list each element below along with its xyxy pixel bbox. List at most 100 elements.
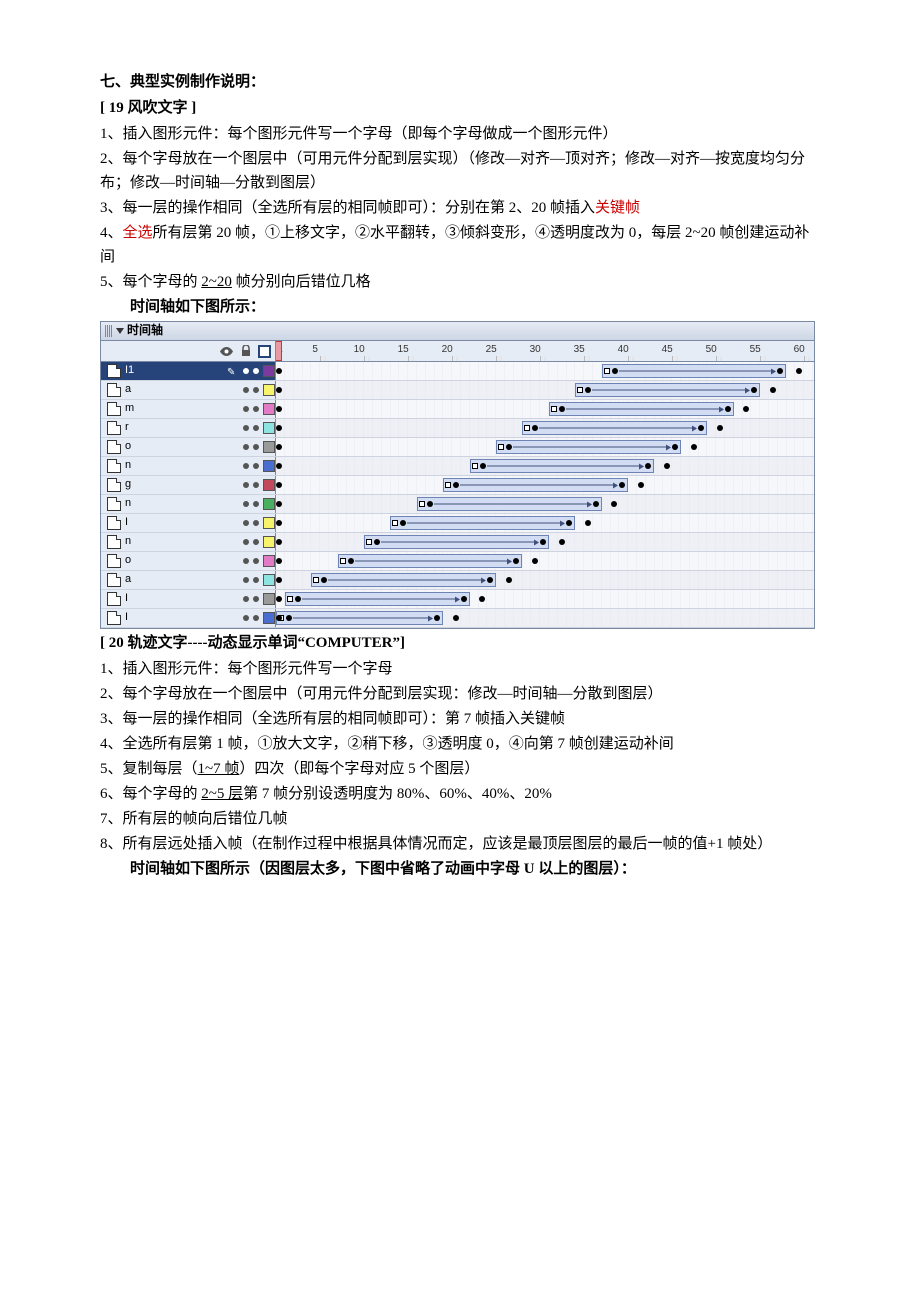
keyframe-dot-icon[interactable]	[276, 425, 282, 431]
lock-dot-icon[interactable]	[253, 520, 259, 526]
layer-color-swatch[interactable]	[263, 612, 275, 624]
visibility-dot-icon[interactable]	[243, 558, 249, 564]
frames-area[interactable]	[276, 552, 814, 570]
collapse-triangle-icon[interactable]	[116, 328, 124, 334]
keyframe-dot-icon[interactable]	[532, 425, 538, 431]
keyframe-hollow-icon[interactable]	[419, 501, 425, 507]
keyframe-dot-icon[interactable]	[348, 558, 354, 564]
layer-label[interactable]: g	[101, 476, 276, 494]
visibility-dot-icon[interactable]	[243, 425, 249, 431]
motion-tween-span[interactable]	[390, 516, 575, 530]
layer-row[interactable]: I	[101, 609, 814, 628]
lock-dot-icon[interactable]	[253, 577, 259, 583]
layer-row[interactable]: I	[101, 514, 814, 533]
keyframe-dot-icon[interactable]	[691, 444, 697, 450]
keyframe-dot-icon[interactable]	[638, 482, 644, 488]
motion-tween-span[interactable]	[496, 440, 681, 454]
keyframe-dot-icon[interactable]	[751, 387, 757, 393]
frames-area[interactable]	[276, 362, 814, 380]
lock-icon[interactable]	[239, 345, 252, 358]
keyframe-dot-icon[interactable]	[585, 387, 591, 393]
layer-label[interactable]: I1✎	[101, 362, 276, 380]
visibility-dot-icon[interactable]	[243, 539, 249, 545]
layer-label[interactable]: I	[101, 590, 276, 608]
motion-tween-span[interactable]	[338, 554, 523, 568]
keyframe-dot-icon[interactable]	[725, 406, 731, 412]
layer-label[interactable]: n	[101, 495, 276, 513]
frames-area[interactable]	[276, 571, 814, 589]
keyframe-dot-icon[interactable]	[276, 463, 282, 469]
keyframe-dot-icon[interactable]	[506, 577, 512, 583]
layer-row[interactable]: r	[101, 419, 814, 438]
layer-row[interactable]: I1✎	[101, 362, 814, 381]
keyframe-dot-icon[interactable]	[717, 425, 723, 431]
visibility-icon[interactable]	[220, 345, 233, 358]
motion-tween-span[interactable]	[364, 535, 549, 549]
keyframe-dot-icon[interactable]	[645, 463, 651, 469]
layer-row[interactable]: n	[101, 533, 814, 552]
keyframe-dot-icon[interactable]	[276, 596, 282, 602]
keyframe-dot-icon[interactable]	[321, 577, 327, 583]
motion-tween-span[interactable]	[522, 421, 707, 435]
keyframe-dot-icon[interactable]	[400, 520, 406, 526]
keyframe-dot-icon[interactable]	[479, 596, 485, 602]
keyframe-dot-icon[interactable]	[276, 482, 282, 488]
layer-label[interactable]: a	[101, 381, 276, 399]
layer-label[interactable]: n	[101, 457, 276, 475]
frames-area[interactable]	[276, 609, 814, 627]
keyframe-hollow-icon[interactable]	[445, 482, 451, 488]
keyframe-dot-icon[interactable]	[295, 596, 301, 602]
keyframe-hollow-icon[interactable]	[472, 463, 478, 469]
keyframe-dot-icon[interactable]	[743, 406, 749, 412]
layer-row[interactable]: o	[101, 438, 814, 457]
layer-label[interactable]: r	[101, 419, 276, 437]
keyframe-dot-icon[interactable]	[532, 558, 538, 564]
keyframe-dot-icon[interactable]	[770, 387, 776, 393]
playhead[interactable]	[276, 341, 282, 361]
keyframe-dot-icon[interactable]	[276, 520, 282, 526]
layer-row[interactable]: m	[101, 400, 814, 419]
keyframe-dot-icon[interactable]	[276, 387, 282, 393]
frames-area[interactable]	[276, 400, 814, 418]
keyframe-dot-icon[interactable]	[286, 615, 292, 621]
keyframe-dot-icon[interactable]	[276, 444, 282, 450]
layer-label[interactable]: n	[101, 533, 276, 551]
visibility-dot-icon[interactable]	[243, 387, 249, 393]
motion-tween-span[interactable]	[602, 364, 787, 378]
visibility-dot-icon[interactable]	[243, 463, 249, 469]
layer-row[interactable]: a	[101, 381, 814, 400]
layer-color-swatch[interactable]	[263, 498, 275, 510]
layer-color-swatch[interactable]	[263, 574, 275, 586]
visibility-dot-icon[interactable]	[243, 482, 249, 488]
keyframe-dot-icon[interactable]	[540, 539, 546, 545]
layer-row[interactable]: g	[101, 476, 814, 495]
keyframe-hollow-icon[interactable]	[366, 539, 372, 545]
keyframe-dot-icon[interactable]	[559, 539, 565, 545]
lock-dot-icon[interactable]	[253, 463, 259, 469]
keyframe-dot-icon[interactable]	[276, 615, 282, 621]
keyframe-dot-icon[interactable]	[566, 520, 572, 526]
layer-label[interactable]: I	[101, 609, 276, 627]
layer-color-swatch[interactable]	[263, 422, 275, 434]
motion-tween-span[interactable]	[443, 478, 628, 492]
layer-color-swatch[interactable]	[263, 593, 275, 605]
layer-label[interactable]: o	[101, 552, 276, 570]
keyframe-dot-icon[interactable]	[612, 368, 618, 374]
keyframe-hollow-icon[interactable]	[551, 406, 557, 412]
layer-color-swatch[interactable]	[263, 365, 275, 377]
keyframe-hollow-icon[interactable]	[524, 425, 530, 431]
motion-tween-span[interactable]	[575, 383, 760, 397]
visibility-dot-icon[interactable]	[243, 520, 249, 526]
layer-label[interactable]: I	[101, 514, 276, 532]
lock-dot-icon[interactable]	[253, 387, 259, 393]
frames-area[interactable]	[276, 495, 814, 513]
frames-area[interactable]	[276, 514, 814, 532]
outline-toggle-icon[interactable]	[258, 345, 271, 358]
lock-dot-icon[interactable]	[253, 425, 259, 431]
visibility-dot-icon[interactable]	[243, 406, 249, 412]
lock-dot-icon[interactable]	[253, 558, 259, 564]
keyframe-dot-icon[interactable]	[513, 558, 519, 564]
lock-dot-icon[interactable]	[253, 406, 259, 412]
lock-dot-icon[interactable]	[253, 596, 259, 602]
motion-tween-span[interactable]	[417, 497, 602, 511]
